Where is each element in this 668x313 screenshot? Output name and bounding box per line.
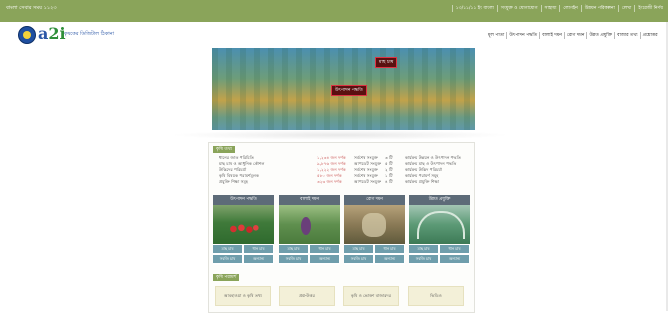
logo-part-a: a <box>38 24 49 43</box>
info-row[interactable]: ধানের জাত পরিচিতি ১,২৩৪ জন দর্শক সর্বশেষ… <box>219 155 469 160</box>
top-link[interactable]: ১৩/১১/১১ ইং বাংলা <box>451 5 497 12</box>
quick-link[interactable]: কৃষি ও ভোক্তা বাজারদর <box>343 286 399 306</box>
logo-part-b: 2i <box>48 24 66 43</box>
card-link-button[interactable]: মাছ চাষ <box>409 245 438 253</box>
hero-banner-image: মাছ চাষ উৎপাদন পদ্ধতি <box>212 48 475 135</box>
greenhouse-image[interactable] <box>409 205 470 244</box>
category-card: রোগ দমন মাছ চাষ ধান চাষ সবজি চাষ অন্যান্… <box>344 195 405 265</box>
site-header: a2i কৃষকের ডিজিটাল ঠিকানা মূল পাতা উৎপাদ… <box>0 22 668 48</box>
info-name: প্রযুক্তি শিক্ষা সমূহ <box>219 179 249 184</box>
menu-item[interactable]: রোগ দমন <box>563 32 587 39</box>
card-title[interactable]: রোগ দমন <box>344 195 405 205</box>
card-link-button[interactable]: অন্যান্য <box>244 255 273 263</box>
card-link-button[interactable]: ধান চাষ <box>375 245 404 253</box>
category-card: উন্নত প্রযুক্তি মাছ চাষ ধান চাষ সবজি চাষ… <box>409 195 470 265</box>
section-title: কৃষি পরামর্শ <box>213 274 240 281</box>
quick-link[interactable]: প্রশ্ন-উত্তর <box>279 286 335 306</box>
category-cards: উৎপাদন পদ্ধতি মাছ চাষ ধান চাষ সবজি চাষ অ… <box>213 195 471 265</box>
top-bar: বাংলা সেবার সময় ১১২৩ ১৩/১১/১১ ইং বাংলা … <box>0 0 668 22</box>
menu-item[interactable]: বাজার তথ্য <box>613 32 640 39</box>
card-link-button[interactable]: সবজি চাষ <box>279 255 308 263</box>
top-link[interactable]: সাহায্য <box>540 5 560 12</box>
card-link-button[interactable]: সবজি চাষ <box>344 255 373 263</box>
menu-item[interactable]: প্রশ্নোত্তর <box>639 32 660 39</box>
card-link-button[interactable]: সবজি চাষ <box>213 255 242 263</box>
content-panel: কৃষি তথ্য ধানের জাত পরিচিতি ১,২৩৪ জন দর্… <box>208 142 475 313</box>
menu-item[interactable]: মূল পাতা <box>486 32 506 39</box>
site-logo[interactable]: a2i <box>38 24 66 43</box>
banner-shadow <box>170 130 510 140</box>
card-link-button[interactable]: অন্যান্য <box>310 255 339 263</box>
card-link-button[interactable]: ধান চাষ <box>310 245 339 253</box>
info-row[interactable]: প্রযুক্তি শিক্ষা সমূহ ৩২৩ জন দর্শক আপডেট… <box>219 179 469 184</box>
government-emblem-icon[interactable] <box>18 26 36 44</box>
main-menu: মূল পাতা উৎপাদন পদ্ধতি বালাই দমন রোগ দমন… <box>486 32 660 39</box>
quick-link[interactable]: আবহাওয়া ও কৃষি তথ্য <box>215 286 271 306</box>
top-link[interactable]: সংযুক্ত ও যোগাযোগ <box>496 5 541 12</box>
top-bar-left-text: বাংলা সেবার সময় ১১২৩ <box>6 5 57 11</box>
card-link-button[interactable]: অন্যান্য <box>440 255 469 263</box>
tomato-plant-image[interactable] <box>213 205 274 244</box>
info-label: আপডেট সংযুক্ত <box>354 179 382 184</box>
info-count: ৪ টি <box>385 179 393 184</box>
card-title[interactable]: উৎপাদন পদ্ধতি <box>213 195 274 205</box>
info-value: ৩২৩ জন দর্শক <box>317 179 342 184</box>
site-tagline: কৃষকের ডিজিটাল ঠিকানা <box>64 31 115 37</box>
info-note: কার্যক্রম প্রযুক্তি শিক্ষা <box>405 179 440 184</box>
top-bar-links: ১৩/১১/১১ ইং বাংলা সংযুক্ত ও যোগাযোগ সাহা… <box>451 5 666 12</box>
menu-item[interactable]: উন্নত প্রযুক্তি <box>586 32 614 39</box>
top-link[interactable]: লেখা <box>617 5 634 12</box>
section-title: কৃষি তথ্য <box>213 146 235 153</box>
eggplant-image[interactable] <box>279 205 340 244</box>
top-link[interactable]: উন্নয়ন পরিকল্পনা <box>580 5 618 12</box>
diseased-plant-image[interactable] <box>344 205 405 244</box>
card-link-button[interactable]: ধান চাষ <box>244 245 273 253</box>
info-row[interactable]: কৃষি বিষয়ক পরামর্শমূলক ৫৮০ জন দর্শক সর্… <box>219 173 469 178</box>
card-link-button[interactable]: সবজি চাষ <box>409 255 438 263</box>
info-row[interactable]: মাছ চাষ ও আধুনিক কৌশল ৯,৮৭৬ জন দর্শক আপড… <box>219 161 469 166</box>
banner-tag[interactable]: মাছ চাষ <box>375 57 398 68</box>
top-link[interactable]: লোগইন <box>559 5 580 12</box>
card-link-button[interactable]: মাছ চাষ <box>279 245 308 253</box>
menu-item[interactable]: বালাই দমন <box>539 32 564 39</box>
card-link-button[interactable]: ধান চাষ <box>440 245 469 253</box>
category-card: উৎপাদন পদ্ধতি মাছ চাষ ধান চাষ সবজি চাষ অ… <box>213 195 274 265</box>
card-link-button[interactable]: মাছ চাষ <box>213 245 242 253</box>
card-link-button[interactable]: মাছ চাষ <box>344 245 373 253</box>
card-title[interactable]: বালাই দমন <box>279 195 340 205</box>
card-link-button[interactable]: অন্যান্য <box>375 255 404 263</box>
quick-link[interactable]: ভিডিও <box>408 286 464 306</box>
card-title[interactable]: উন্নত প্রযুক্তি <box>409 195 470 205</box>
info-row[interactable]: উদ্ভিদের পরিচর্যা ১,২২২ জন দর্শক সর্বশেষ… <box>219 167 469 172</box>
category-card: বালাই দমন মাছ চাষ ধান চাষ সবজি চাষ অন্যা… <box>279 195 340 265</box>
menu-item[interactable]: উৎপাদন পদ্ধতি <box>506 32 539 39</box>
banner-tag[interactable]: উৎপাদন পদ্ধতি <box>331 85 367 96</box>
top-link[interactable]: ইংরেজী নির্ণয় <box>634 5 666 12</box>
